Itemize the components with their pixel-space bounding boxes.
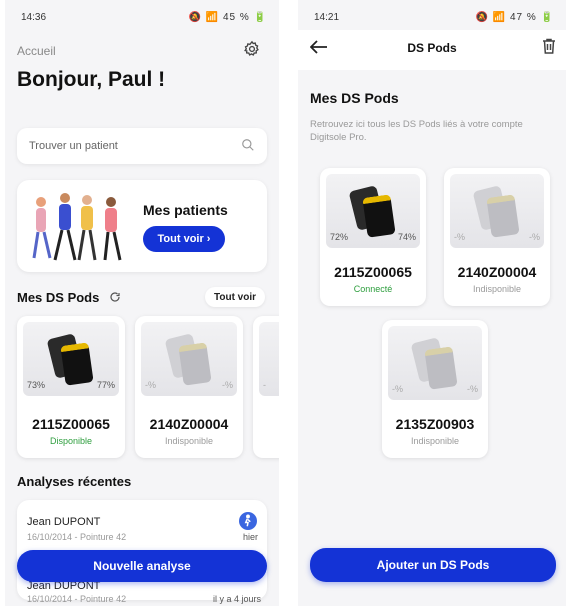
pod-image: -% -% (388, 326, 482, 400)
status-icons: 🔕 📶 45 % 🔋 (188, 12, 267, 23)
page-title: Bonjour, Paul ! (17, 68, 166, 91)
analysis-when: hier (243, 532, 259, 542)
pod-image: -% -% (141, 322, 237, 396)
see-all-pods-button[interactable]: Tout voir (205, 287, 265, 307)
patients-card[interactable]: Mes patients Tout voir › (17, 180, 267, 272)
add-ds-pod-button[interactable]: Ajouter un DS Pods (310, 548, 556, 582)
status-time: 14:21 (314, 12, 340, 23)
pod-card[interactable]: -% -% 2140Z00004 Indisponible (135, 316, 243, 458)
search-input[interactable]: Trouver un patient (17, 128, 267, 164)
status-time: 14:36 (21, 12, 47, 23)
analysis-name[interactable]: Jean DUPONT (27, 516, 100, 528)
pod-battery-right: -% (467, 384, 478, 394)
trash-icon[interactable] (542, 38, 556, 59)
pod-battery-right: 74% (397, 232, 416, 242)
pod-status: Disponible (49, 436, 93, 446)
search-icon (241, 138, 255, 157)
walking-people-illustration (32, 193, 122, 261)
pod-name: 21 (253, 416, 279, 432)
pod-device-front (486, 194, 520, 238)
pod-status: Indisponible (164, 436, 214, 446)
pod-battery-left: -% (392, 384, 403, 394)
new-analysis-button[interactable]: Nouvelle analyse (17, 550, 267, 582)
search-placeholder: Trouver un patient (29, 140, 118, 152)
analysis-meta: 16/10/2014 - Pointure 42 (27, 532, 127, 542)
section-description: Retrouvez ici tous les DS Pods liés à vo… (310, 119, 523, 143)
pod-name: 2115Z00065 (32, 416, 110, 432)
pod-card[interactable]: - 21 (253, 316, 279, 458)
pod-battery-left: 73% (27, 380, 46, 390)
refresh-icon[interactable] (109, 290, 121, 308)
pod-status: Indisponible (472, 284, 522, 294)
status-bar: 14:36 🔕 📶 45 % 🔋 (21, 12, 267, 24)
pod-card[interactable]: -% -% 2135Z00903 Indisponible (382, 320, 488, 458)
pod-battery-left: -% (454, 232, 465, 242)
pod-card[interactable]: 73% 77% 2115Z00065 Disponible (17, 316, 125, 458)
pod-battery-left: - (263, 380, 266, 390)
pod-status: Indisponible (410, 436, 460, 446)
header-title: DS Pods (407, 41, 457, 55)
pod-image: -% -% (450, 174, 544, 248)
pod-card[interactable]: -% -% 2140Z00004 Indisponible (444, 168, 550, 306)
pod-battery-left: -% (145, 380, 156, 390)
breadcrumb: Accueil (17, 44, 56, 58)
pod-device-front (362, 194, 396, 238)
pod-name: 2140Z00004 (149, 416, 229, 432)
ds-pods-screen: 14:21 🔕 📶 47 % 🔋 DS Pods Mes DS Pods Ret… (298, 0, 566, 606)
analysis-when: il y a 4 jours (213, 594, 262, 604)
pod-battery-right: -% (529, 232, 540, 242)
settings-icon[interactable] (243, 40, 261, 58)
pod-card[interactable]: 72% 74% 2115Z00065 Connecté (320, 168, 426, 306)
pod-image: 72% 74% (326, 174, 420, 248)
status-bar: 14:21 🔕 📶 47 % 🔋 (314, 12, 554, 24)
recent-analyses-title: Analyses récentes (17, 474, 132, 489)
pod-name: 2135Z00903 (395, 416, 475, 432)
pod-image: 73% 77% (23, 322, 119, 396)
pod-device-front (60, 342, 94, 386)
see-all-patients-button[interactable]: Tout voir › (143, 226, 225, 252)
pod-battery-left: 72% (330, 232, 349, 242)
pod-battery-right: -% (222, 380, 233, 390)
status-icons: 🔕 📶 47 % 🔋 (475, 12, 554, 23)
home-screen: 14:36 🔕 📶 45 % 🔋 Accueil Bonjour, Paul !… (5, 0, 279, 606)
pod-name: 2140Z00004 (457, 264, 537, 280)
analysis-meta: 16/10/2014 - Pointure 42 (27, 594, 127, 604)
pod-battery-right: 77% (96, 380, 115, 390)
pods-section-title: Mes DS Pods (17, 290, 100, 305)
pod-device-front (424, 346, 458, 390)
walk-icon (239, 512, 257, 530)
pod-name: 2115Z00065 (334, 264, 412, 280)
pod-status: Connecté (353, 284, 393, 294)
patients-title: Mes patients (143, 202, 228, 218)
pod-image: - (259, 322, 279, 396)
pod-device-front (178, 342, 212, 386)
section-heading: Mes DS Pods (310, 90, 399, 106)
